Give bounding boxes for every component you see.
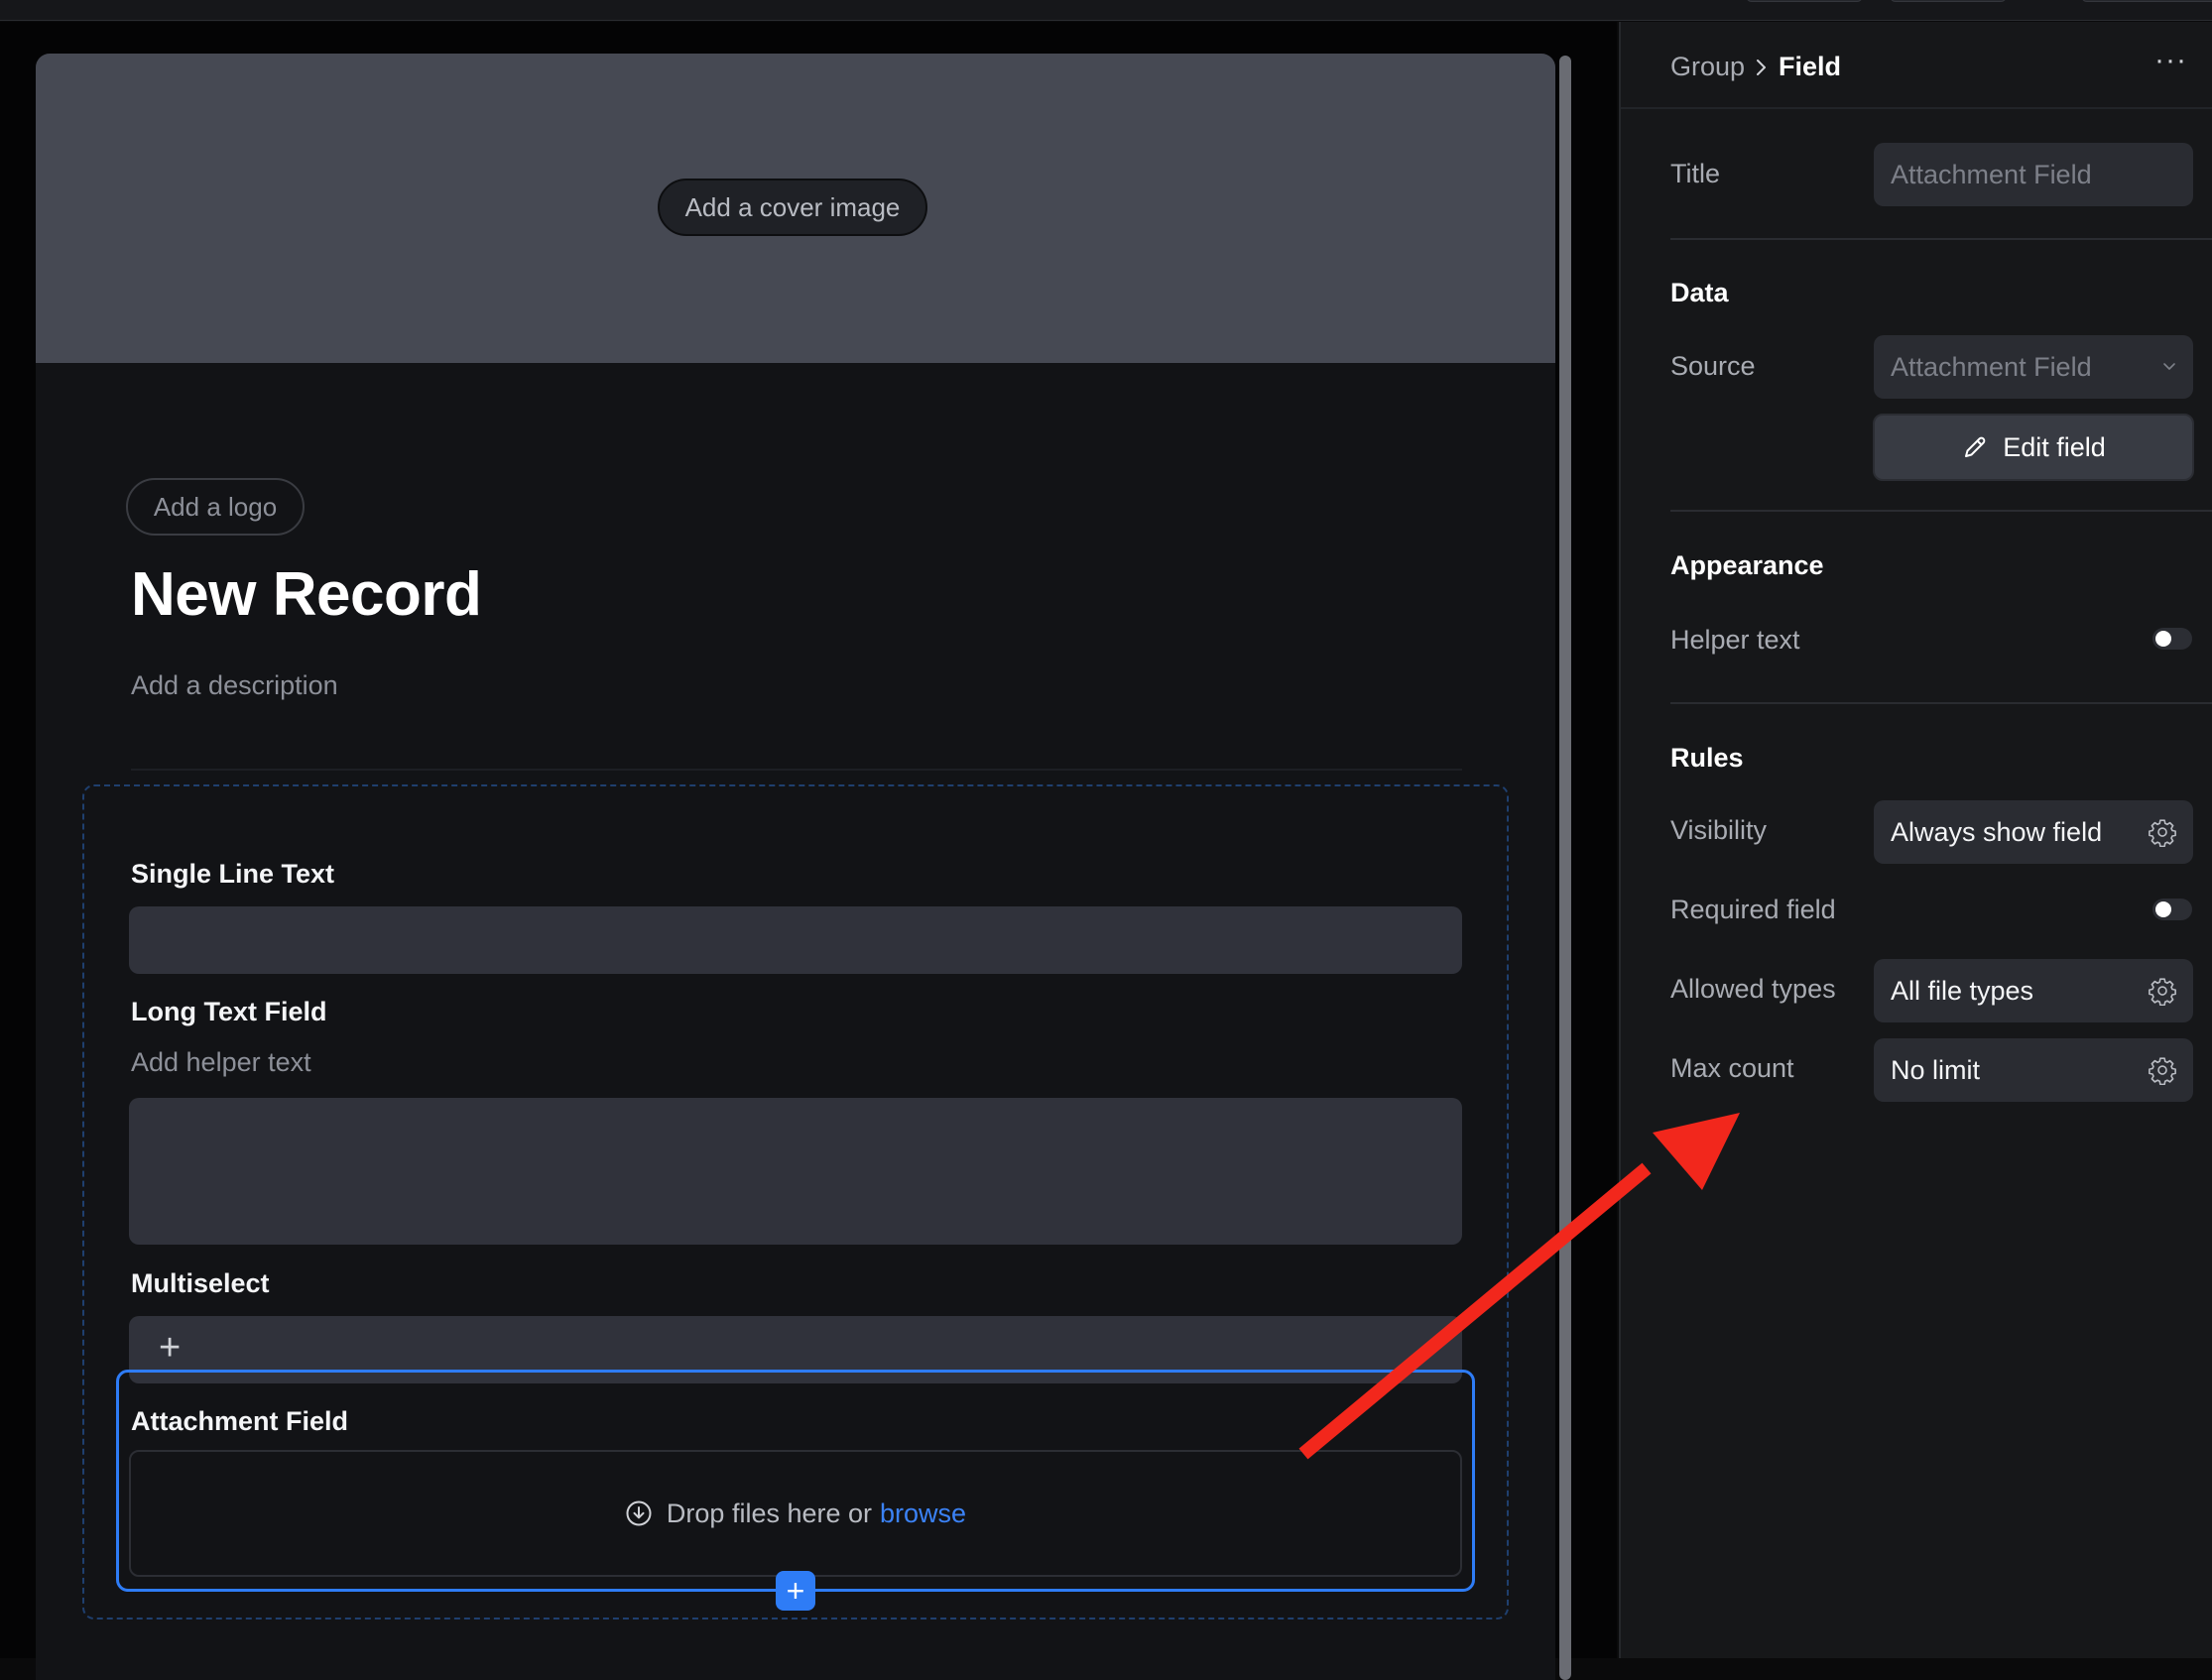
annotation-arrow-head: [1653, 1113, 1740, 1190]
annotation-arrow: [1298, 1113, 1740, 1460]
annotation-arrow-shaft: [1298, 1162, 1652, 1460]
